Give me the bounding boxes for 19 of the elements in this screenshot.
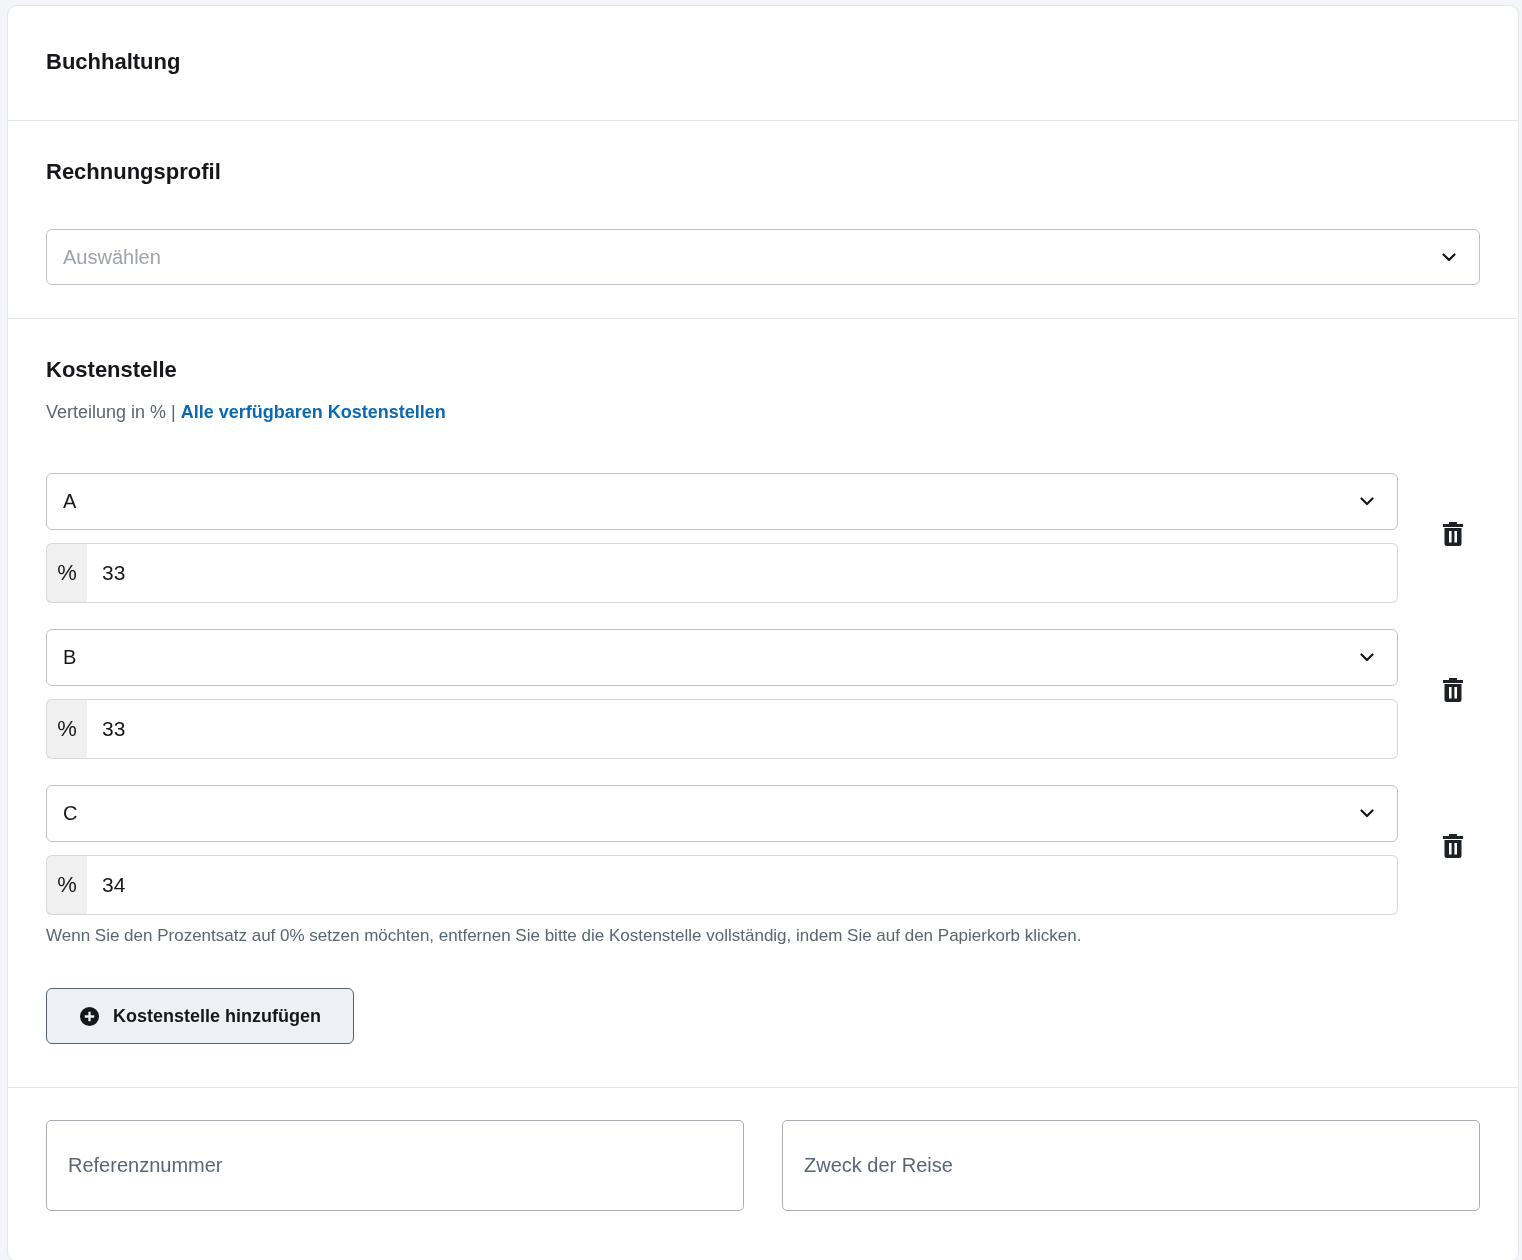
trash-icon[interactable] [1443, 522, 1463, 546]
cost-center-select[interactable]: B [46, 629, 1398, 686]
chevron-down-icon [1360, 809, 1374, 818]
text-input[interactable]: Zweck der Reise [782, 1120, 1480, 1211]
section-title: Kostenstelle [46, 356, 178, 384]
cost-center-select[interactable]: A [46, 473, 1398, 530]
hint-text: Wenn Sie den Prozentsatz auf 0% setzen möchten, entfernen Sie bitte die Kostenstelle vollständig, indem Sie auf den Papierkorb klicken. [46, 925, 1083, 947]
chevron-down-icon [1360, 497, 1374, 506]
cost-centers-link[interactable]: Alle verfügbaren Kostenstellen [180, 400, 446, 424]
add-cost-center-button[interactable]: Kostenstelle hinzufügen [46, 988, 354, 1044]
distribution-note: Verteilung in % | [46, 401, 176, 424]
section-title: Rechnungsprofil [46, 158, 222, 186]
text-input[interactable]: Referenznummer [46, 1120, 744, 1211]
trash-icon[interactable] [1443, 834, 1463, 858]
cost-center-select[interactable]: C [46, 785, 1398, 842]
chevron-down-icon [1360, 653, 1374, 662]
section-title: Buchhaltung [46, 48, 182, 76]
chevron-down-icon [1442, 252, 1456, 262]
trash-icon[interactable] [1443, 678, 1463, 702]
